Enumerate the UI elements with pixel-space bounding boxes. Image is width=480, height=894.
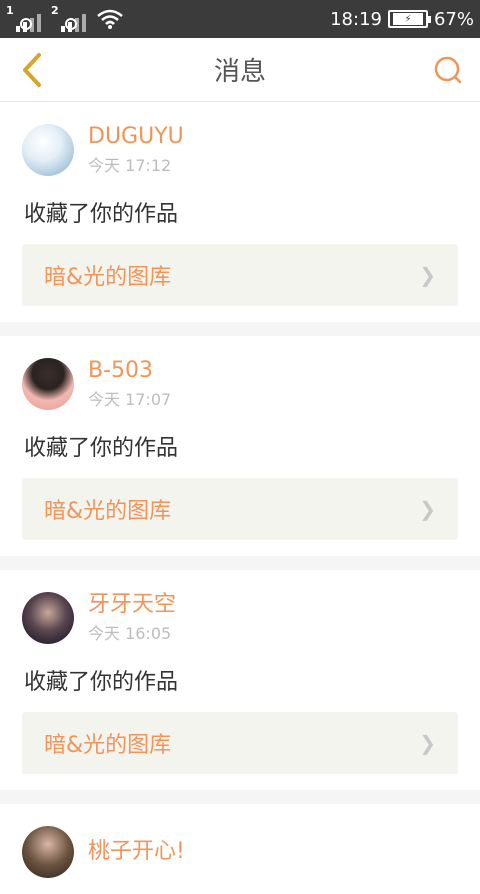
- top-app-bar: 消息: [0, 38, 480, 102]
- avatar[interactable]: [22, 358, 74, 410]
- work-link[interactable]: 暗&光的图库 ❯: [22, 712, 458, 774]
- message-action: 收藏了你的作品: [24, 436, 179, 461]
- message-header: 牙牙天空 今天 16:05: [22, 592, 458, 644]
- status-right: 18:19 ⚡ 67%: [330, 9, 474, 30]
- chevron-right-icon: ❯: [419, 731, 436, 755]
- message-card: B-503 今天 17:07 收藏了你的作品 暗&光的图库 ❯: [0, 336, 480, 556]
- message-time: 今天 17:12: [88, 156, 172, 175]
- message-header: DUGUYU 今天 17:12: [22, 124, 458, 176]
- message-card: 桃子开心!: [0, 804, 480, 894]
- chevron-right-icon: ❯: [419, 263, 436, 287]
- search-icon: [434, 56, 462, 83]
- work-title: 暗&光的图库: [44, 265, 172, 290]
- status-bar: 1 2 18:19 ⚡ 67%: [0, 0, 480, 38]
- message-action: 收藏了你的作品: [24, 670, 179, 695]
- back-button[interactable]: [14, 50, 50, 90]
- no-signal-icon: [65, 18, 77, 30]
- message-card: DUGUYU 今天 17:12 收藏了你的作品 暗&光的图库 ❯: [0, 102, 480, 322]
- avatar[interactable]: [22, 124, 74, 176]
- wifi-icon: [97, 9, 123, 29]
- work-title: 暗&光的图库: [44, 499, 172, 524]
- battery-percent: 67%: [433, 8, 474, 30]
- page-title: 消息: [213, 57, 266, 87]
- message-list: DUGUYU 今天 17:12 收藏了你的作品 暗&光的图库 ❯ B-503 今…: [0, 102, 480, 894]
- no-signal-icon: [20, 18, 32, 30]
- message-action: 收藏了你的作品: [24, 202, 179, 227]
- clock: 18:19: [330, 8, 382, 30]
- status-left: 1 2: [6, 4, 124, 32]
- chevron-right-icon: ❯: [419, 497, 436, 521]
- message-time: 今天 17:07: [88, 390, 172, 409]
- message-header: 桃子开心!: [22, 826, 458, 878]
- sim1-label: 1: [6, 4, 14, 17]
- user-name[interactable]: 桃子开心!: [88, 839, 185, 865]
- work-title: 暗&光的图库: [44, 733, 172, 758]
- sim2-label: 2: [51, 4, 59, 17]
- user-name[interactable]: 牙牙天空: [88, 592, 176, 618]
- sim1-signal-icon: 1: [6, 4, 41, 32]
- message-time: 今天 16:05: [88, 624, 172, 643]
- sim2-signal-icon: 2: [51, 4, 86, 32]
- user-name[interactable]: DUGUYU: [88, 124, 184, 150]
- work-link[interactable]: 暗&光的图库 ❯: [22, 244, 458, 306]
- avatar[interactable]: [22, 592, 74, 644]
- chevron-left-icon: [23, 52, 41, 87]
- search-button[interactable]: [430, 50, 466, 90]
- work-link[interactable]: 暗&光的图库 ❯: [22, 478, 458, 540]
- battery-icon: ⚡: [387, 10, 431, 28]
- avatar[interactable]: [22, 826, 74, 878]
- message-header: B-503 今天 17:07: [22, 358, 458, 410]
- message-card: 牙牙天空 今天 16:05 收藏了你的作品 暗&光的图库 ❯: [0, 570, 480, 790]
- user-name[interactable]: B-503: [88, 358, 171, 384]
